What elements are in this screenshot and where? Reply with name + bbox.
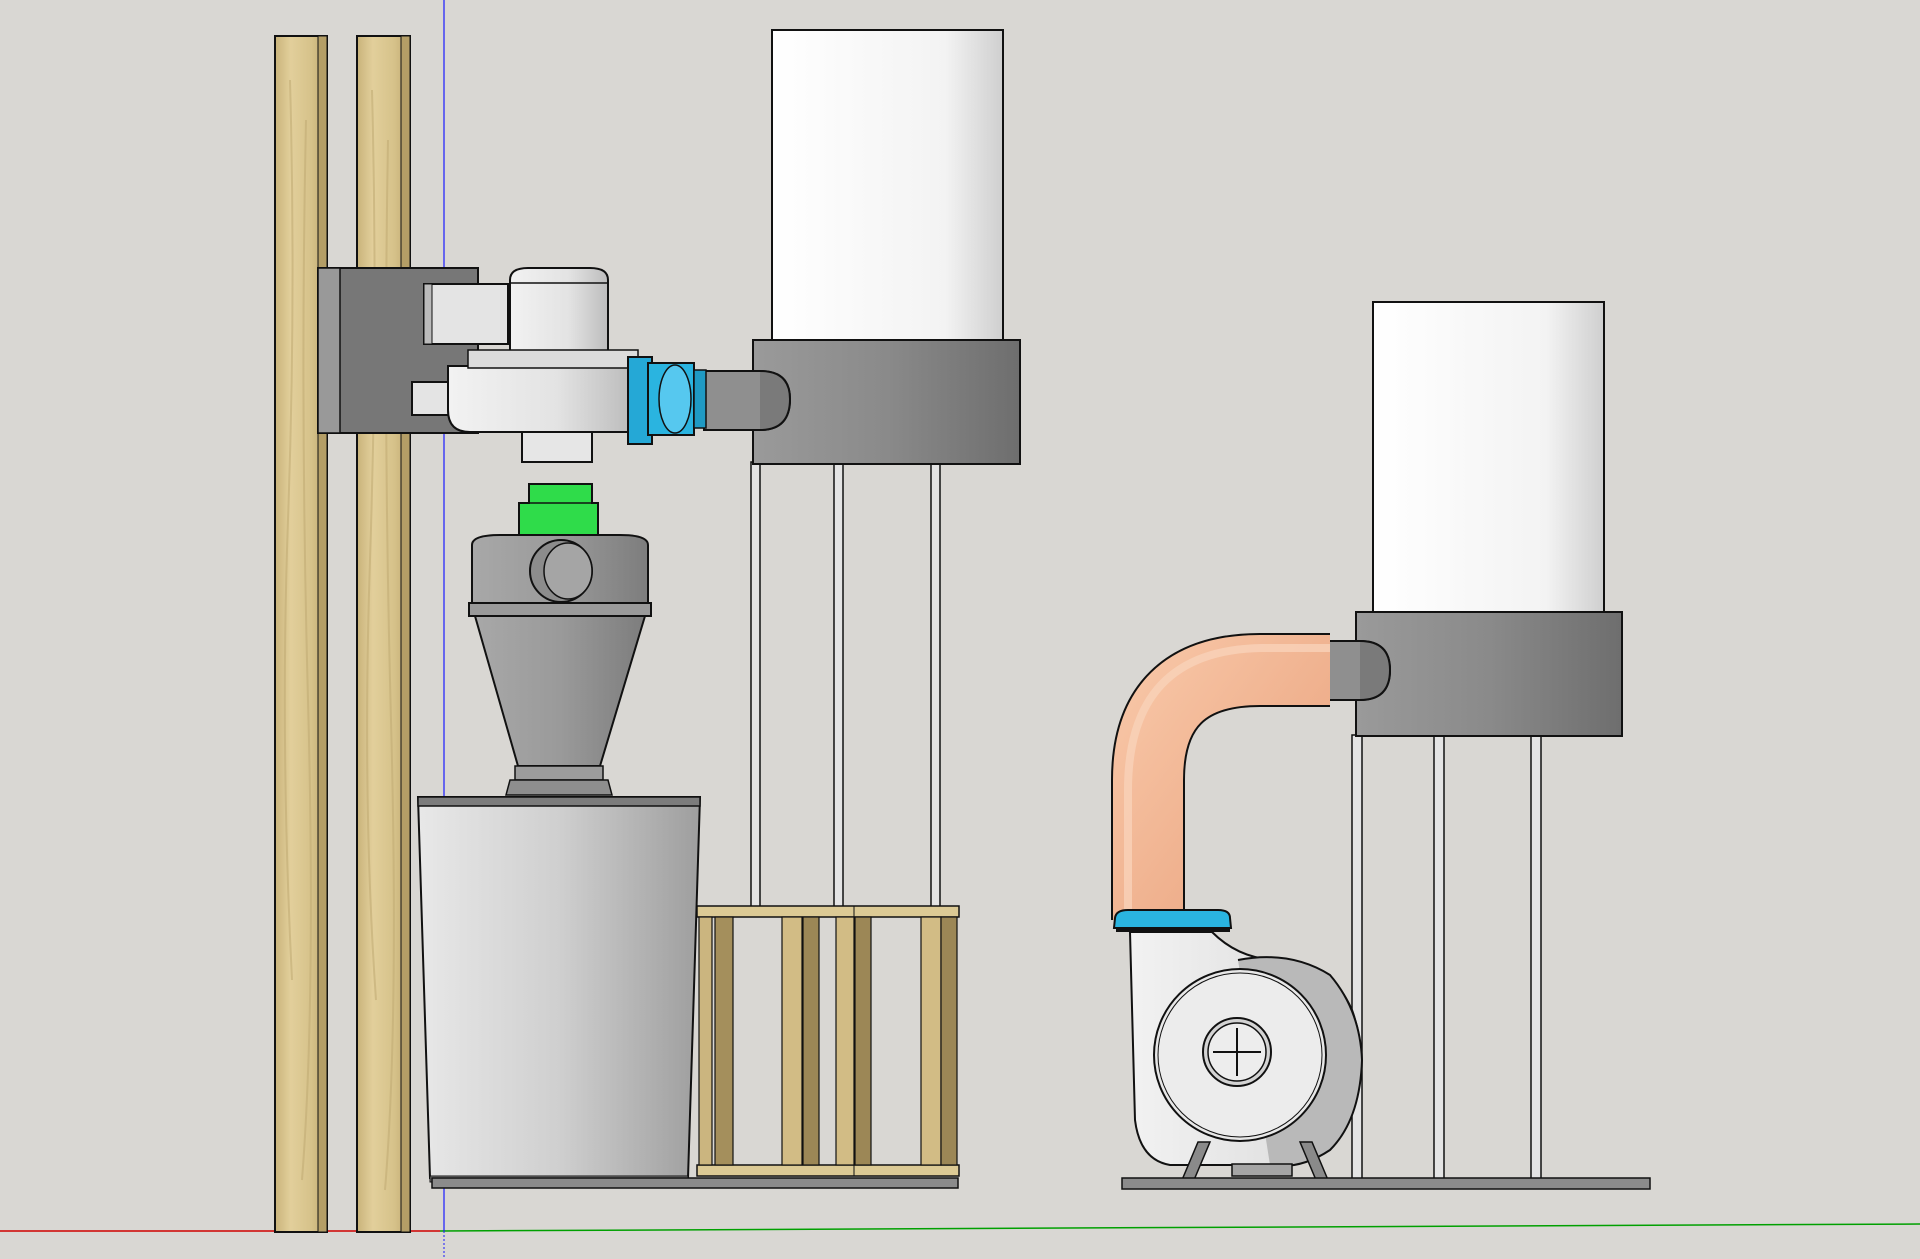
model-viewport[interactable] bbox=[0, 0, 1920, 1259]
collection-bin bbox=[416, 796, 702, 1183]
filter-housing-left bbox=[752, 339, 1021, 465]
adapter-cyan-right bbox=[1112, 909, 1233, 929]
base-plate-right bbox=[1121, 1177, 1651, 1190]
filter-housing-right bbox=[1355, 611, 1623, 737]
reducer-green bbox=[518, 483, 599, 536]
base-plate-left bbox=[431, 1177, 959, 1189]
filter-bag-left bbox=[771, 29, 1004, 349]
filter-bag-right bbox=[1372, 301, 1605, 621]
dust-collector-drawing bbox=[0, 0, 1920, 1259]
